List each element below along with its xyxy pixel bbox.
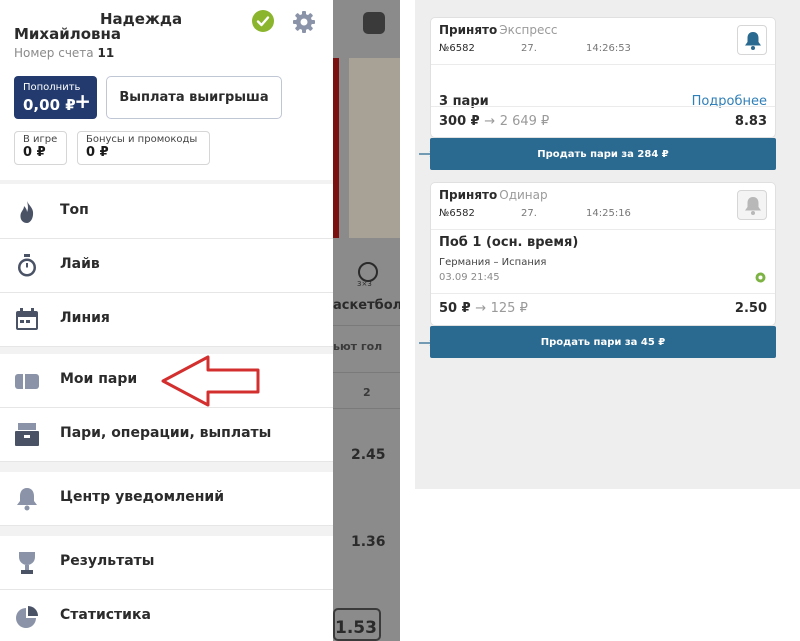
menu-item-statistics[interactable]: Статистика [0, 590, 333, 641]
menu-item-label: Результаты [60, 553, 155, 569]
plus-icon: + [74, 89, 91, 113]
bell-icon [745, 32, 761, 50]
payout-button[interactable]: Выплата выигрыша [106, 76, 282, 119]
balance-value: 0 ₽ [23, 145, 46, 160]
red-arrow-annotation [161, 355, 260, 407]
odds-value[interactable]: 2.45 [351, 447, 386, 463]
bet-title: Поб 1 (осн. время) [439, 235, 579, 250]
sport-icon-caption: 3×3 [357, 280, 372, 288]
bet-status: Принято Одинар [439, 188, 548, 202]
bet-day: 27. [521, 208, 537, 219]
bet-day: 27. [521, 43, 537, 54]
bet-number: №6582 [439, 43, 475, 54]
bet-coefficient: 8.83 [734, 114, 767, 129]
menu-item-results[interactable]: Результаты [0, 536, 333, 590]
deposit-button[interactable]: Пополнить 0,00 ₽ + [14, 76, 97, 119]
menu-item-label: Мои пари [60, 371, 138, 387]
in-game-balance: В игре 0 ₽ [14, 131, 67, 165]
menu-item-label: Топ [60, 202, 89, 218]
trophy-icon [14, 551, 40, 575]
menu-item-operations[interactable]: Пари, операции, выплаты [0, 408, 333, 462]
bet-card-single[interactable]: Принято Одинар №6582 27. 14:25:16 Поб 1 (… [430, 182, 776, 326]
potential-win: 125 ₽ [490, 301, 528, 316]
ticket-icon [14, 369, 40, 393]
arrow-icon: → [484, 114, 496, 129]
bell-icon [14, 487, 40, 511]
column-header: 2 [363, 386, 371, 399]
left-screen: 3×3 аскетбол 3 ьют гол 2 2.45 1.36 1.53 … [0, 0, 400, 641]
bet-bell-button[interactable] [737, 25, 767, 55]
bet-time: 14:25:16 [586, 208, 631, 219]
deposit-amount: 0,00 ₽ [23, 96, 76, 114]
cash-register-icon [14, 423, 40, 447]
calendar-icon [14, 308, 40, 332]
odds-value[interactable]: 1.36 [351, 534, 386, 550]
balance-label: Бонусы и промокоды [86, 134, 198, 145]
sport-tab-label[interactable]: аскетбол 3 [333, 298, 400, 313]
balance-label: В игре [23, 134, 58, 145]
stopwatch-icon [14, 254, 40, 278]
right-screen: Принято Экспресс №6582 27. 14:26:53 3 пар… [415, 0, 800, 489]
sell-bet-button[interactable]: Продать пари за 45 ₽ [430, 326, 776, 358]
odds-value[interactable]: 1.53 [335, 618, 377, 638]
status-label: Принято [439, 188, 498, 202]
menu-item-live[interactable]: Лайв [0, 239, 333, 293]
bet-time: 14:26:53 [586, 43, 631, 54]
account-label: Номер счета [14, 46, 94, 60]
bet-type: Экспресс [499, 23, 558, 37]
menu-item-notifications[interactable]: Центр уведомлений [0, 472, 333, 526]
verified-check-icon [252, 10, 274, 32]
soccer-ball-icon [755, 272, 766, 283]
deposit-label: Пополнить [23, 82, 81, 93]
bell-icon [745, 197, 761, 215]
menu-item-label: Центр уведомлений [60, 489, 225, 505]
menu-item-label: Линия [60, 310, 110, 326]
menu-item-label: Статистика [60, 607, 151, 623]
bet-status: Принято Экспресс [439, 23, 558, 37]
banner-image [349, 58, 400, 238]
user-last-name: Михайловна [14, 25, 122, 43]
bet-number: №6582 [439, 208, 475, 219]
bet-card-express[interactable]: Принято Экспресс №6582 27. 14:26:53 3 пар… [430, 17, 776, 138]
balance-value: 0 ₽ [86, 145, 109, 160]
menu-item-label: Пари, операции, выплаты [60, 425, 272, 441]
bet-bell-button[interactable] [737, 190, 767, 220]
gear-icon[interactable] [292, 10, 316, 34]
menu-item-label: Лайв [60, 256, 100, 272]
status-label: Принято [439, 23, 498, 37]
bet-stake: 300 ₽ → 2 649 ₽ [439, 114, 549, 129]
arrow-icon: → [475, 301, 487, 316]
background-app: 3×3 аскетбол 3 ьют гол 2 2.45 1.36 1.53 [333, 0, 400, 641]
banner-edge [333, 58, 339, 238]
bet-stake: 50 ₽ → 125 ₽ [439, 301, 528, 316]
basketball-icon [358, 262, 378, 282]
stake-amount: 50 ₽ [439, 301, 471, 316]
pie-chart-icon [14, 605, 40, 629]
sell-bet-button[interactable]: Продать пари за 284 ₽ [430, 138, 776, 170]
toggle-icon [363, 12, 385, 34]
market-label: ьют гол [333, 340, 383, 353]
match-teams: Германия – Испания [439, 257, 547, 268]
account-value: 11 [97, 46, 115, 60]
menu-item-line[interactable]: Линия [0, 293, 333, 347]
potential-win: 2 649 ₽ [499, 114, 550, 129]
bet-coefficient: 2.50 [734, 301, 767, 316]
side-drawer: Надежда Михайловна Номер счета 11 Пополн… [0, 0, 333, 641]
fire-icon [14, 200, 40, 224]
menu-item-top[interactable]: Топ [0, 185, 333, 239]
stake-amount: 300 ₽ [439, 114, 480, 129]
bet-type: Одинар [499, 188, 548, 202]
match-date: 03.09 21:45 [439, 272, 500, 283]
bonus-balance[interactable]: Бонусы и промокоды 0 ₽ [77, 131, 210, 165]
account-number: Номер счета 11 [14, 46, 114, 60]
